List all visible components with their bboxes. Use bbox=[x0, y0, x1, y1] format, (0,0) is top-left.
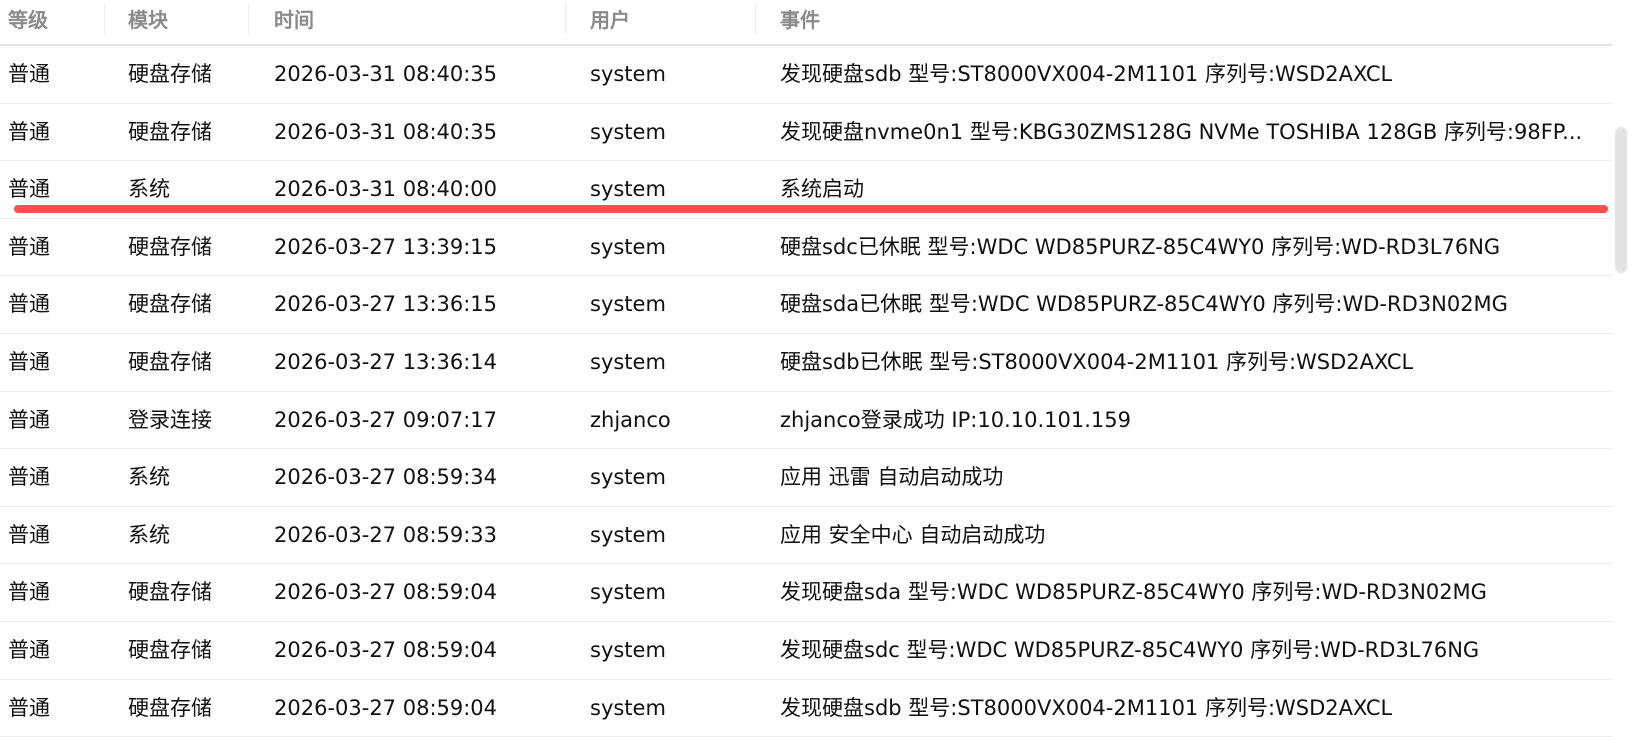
cell-level: 普通 bbox=[8, 234, 50, 259]
cell-user: system bbox=[590, 637, 666, 662]
cell-time: 2026-03-27 13:36:14 bbox=[274, 349, 498, 374]
cell-event: 发现硬盘sda 型号:WDC WD85PURZ-85C4WY0 序列号:WD-R… bbox=[780, 580, 1487, 605]
cell-time: 2026-03-27 13:36:15 bbox=[274, 292, 498, 317]
table-header: 等级 模块 时间 用户 事件 bbox=[0, 0, 1612, 46]
cell-user: system bbox=[590, 695, 666, 720]
table-row[interactable]: 普通 硬盘存储 2026-03-27 08:59:04 system 发现硬盘sdb 型… bbox=[0, 680, 1612, 737]
cell-module: 硬盘存储 bbox=[128, 637, 212, 662]
cell-event: 硬盘sda已休眠 型号:WDC WD85PURZ-85C4WY0 序列号:WD-… bbox=[780, 292, 1508, 317]
cell-user: system bbox=[590, 522, 666, 547]
cell-level: 普通 bbox=[8, 522, 50, 547]
cell-level: 普通 bbox=[8, 119, 50, 144]
table-row[interactable]: 普通 硬盘存储 2026-03-31 08:40:35 system 发现硬盘nvme0… bbox=[0, 104, 1612, 162]
table-row[interactable]: 普通 硬盘存储 2026-03-27 13:36:15 system 硬盘sda已休眠 … bbox=[0, 276, 1612, 334]
cell-event: 硬盘sdc已休眠 型号:WDC WD85PURZ-85C4WY0 序列号:WD-… bbox=[780, 234, 1501, 259]
cell-level: 普通 bbox=[8, 407, 50, 432]
header-module[interactable]: 模块 bbox=[128, 0, 168, 40]
cell-time: 2026-03-27 08:59:04 bbox=[274, 580, 498, 605]
cell-time: 2026-03-27 08:59:33 bbox=[274, 522, 498, 547]
cell-level: 普通 bbox=[8, 695, 50, 720]
cell-event: 发现硬盘nvme0n1 型号:KBG30ZMS128G NVMe TOSHIBA… bbox=[780, 119, 1583, 144]
header-time[interactable]: 时间 bbox=[274, 0, 314, 40]
cell-user: system bbox=[590, 580, 666, 605]
cell-event: 发现硬盘sdb 型号:ST8000VX004-2M1101 序列号:WSD2AX… bbox=[780, 695, 1393, 720]
header-level[interactable]: 等级 bbox=[8, 0, 48, 40]
log-table: 等级 模块 时间 用户 事件 普通 硬盘存储 2026-03-31 08:40:35… bbox=[0, 0, 1612, 737]
cell-user: system bbox=[590, 234, 666, 259]
cell-level: 普通 bbox=[8, 580, 50, 605]
cell-event: zhjanco登录成功 IP:10.10.101.159 bbox=[780, 407, 1131, 432]
cell-module: 硬盘存储 bbox=[128, 695, 212, 720]
cell-time: 2026-03-27 08:59:34 bbox=[274, 465, 498, 490]
red-underline-annotation bbox=[14, 205, 1608, 213]
table-row[interactable]: 普通 系统 2026-03-27 08:59:33 system 应用 安全中心 自动启… bbox=[0, 507, 1612, 565]
cell-time: 2026-03-27 13:39:15 bbox=[274, 234, 498, 259]
header-user[interactable]: 用户 bbox=[590, 0, 630, 40]
cell-event: 硬盘sdb已休眠 型号:ST8000VX004-2M1101 序列号:WSD2A… bbox=[780, 349, 1414, 374]
cell-time: 2026-03-27 08:59:04 bbox=[274, 637, 498, 662]
table-row[interactable]: 普通 硬盘存储 2026-03-27 08:59:04 system 发现硬盘sda 型… bbox=[0, 564, 1612, 622]
cell-time: 2026-03-27 08:59:04 bbox=[274, 695, 498, 720]
table-row[interactable]: 普通 硬盘存储 2026-03-27 13:36:14 system 硬盘sdb已休眠 … bbox=[0, 334, 1612, 392]
cell-user: system bbox=[590, 465, 666, 490]
cell-user: system bbox=[590, 349, 666, 374]
cell-event: 发现硬盘sdc 型号:WDC WD85PURZ-85C4WY0 序列号:WD-R… bbox=[780, 637, 1480, 662]
cell-level: 普通 bbox=[8, 349, 50, 374]
cell-event: 应用 迅雷 自动启动成功 bbox=[780, 465, 1004, 490]
cell-user: zhjanco bbox=[590, 407, 671, 432]
cell-module: 硬盘存储 bbox=[128, 62, 212, 86]
table-row[interactable]: 普通 硬盘存储 2026-03-27 08:59:04 system 发现硬盘sdc 型… bbox=[0, 622, 1612, 680]
cell-module: 系统 bbox=[128, 522, 170, 547]
cell-module: 登录连接 bbox=[128, 407, 212, 432]
cell-module: 硬盘存储 bbox=[128, 580, 212, 605]
table-row[interactable]: 普通 硬盘存储 2026-03-31 08:40:35 system 发现硬盘sdb 型… bbox=[0, 46, 1612, 104]
cell-module: 硬盘存储 bbox=[128, 234, 212, 259]
cell-level: 普通 bbox=[8, 637, 50, 662]
table-row[interactable]: 普通 硬盘存储 2026-03-27 13:39:15 system 硬盘sdc已休眠 … bbox=[0, 219, 1612, 277]
cell-level: 普通 bbox=[8, 292, 50, 317]
table-row[interactable]: 普通 登录连接 2026-03-27 09:07:17 zhjanco zhjanco登… bbox=[0, 392, 1612, 450]
cell-level: 普通 bbox=[8, 62, 50, 86]
cell-event: 发现硬盘sdb 型号:ST8000VX004-2M1101 序列号:WSD2AX… bbox=[780, 62, 1393, 86]
cell-event: 应用 安全中心 自动启动成功 bbox=[780, 522, 1046, 547]
column-divider[interactable] bbox=[248, 4, 249, 34]
column-divider[interactable] bbox=[104, 4, 105, 34]
cell-module: 硬盘存储 bbox=[128, 349, 212, 374]
cell-user: system bbox=[590, 292, 666, 317]
table-row[interactable]: 普通 系统 2026-03-27 08:59:34 system 应用 迅雷 自动启动成… bbox=[0, 449, 1612, 507]
cell-time: 2026-03-31 08:40:35 bbox=[274, 62, 498, 86]
scrollbar-thumb[interactable] bbox=[1615, 127, 1627, 273]
column-divider[interactable] bbox=[755, 4, 756, 34]
cell-module: 硬盘存储 bbox=[128, 292, 212, 317]
cell-level: 普通 bbox=[8, 465, 50, 490]
cell-module: 硬盘存储 bbox=[128, 119, 212, 144]
cell-module: 系统 bbox=[128, 465, 170, 490]
cell-time: 2026-03-27 09:07:17 bbox=[274, 407, 498, 432]
cell-user: system bbox=[590, 62, 666, 86]
header-event[interactable]: 事件 bbox=[780, 0, 820, 40]
cell-time: 2026-03-31 08:40:35 bbox=[274, 119, 498, 144]
cell-user: system bbox=[590, 119, 666, 144]
column-divider[interactable] bbox=[565, 4, 566, 34]
